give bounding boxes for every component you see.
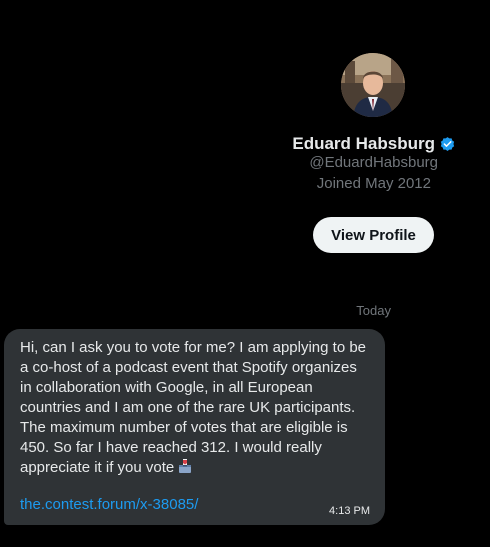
profile-header: Eduard Habsburg @EduardHabsburg Joined M… xyxy=(0,0,490,270)
message-bubble[interactable]: Hi, can I ask you to vote for me? I am a… xyxy=(4,329,385,525)
avatar[interactable] xyxy=(341,53,405,117)
message-link[interactable]: the.contest.forum/x-38085/ xyxy=(20,496,198,513)
message-timestamp: 4:13 PM xyxy=(329,505,370,517)
user-handle: @EduardHabsburg xyxy=(309,154,438,171)
date-divider: Today xyxy=(356,303,391,318)
display-name[interactable]: Eduard Habsburg xyxy=(292,134,435,154)
joined-date: Joined May 2012 xyxy=(316,175,431,192)
message-text: Hi, can I ask you to vote for me? I am a… xyxy=(20,339,367,476)
message-text-container: Hi, can I ask you to vote for me? I am a… xyxy=(20,338,372,478)
ballot-box-icon xyxy=(177,458,193,474)
verified-badge-icon xyxy=(439,136,456,153)
user-avatar-photo-icon xyxy=(341,53,405,117)
name-row: Eduard Habsburg xyxy=(0,133,456,155)
view-profile-button[interactable]: View Profile xyxy=(313,217,434,253)
